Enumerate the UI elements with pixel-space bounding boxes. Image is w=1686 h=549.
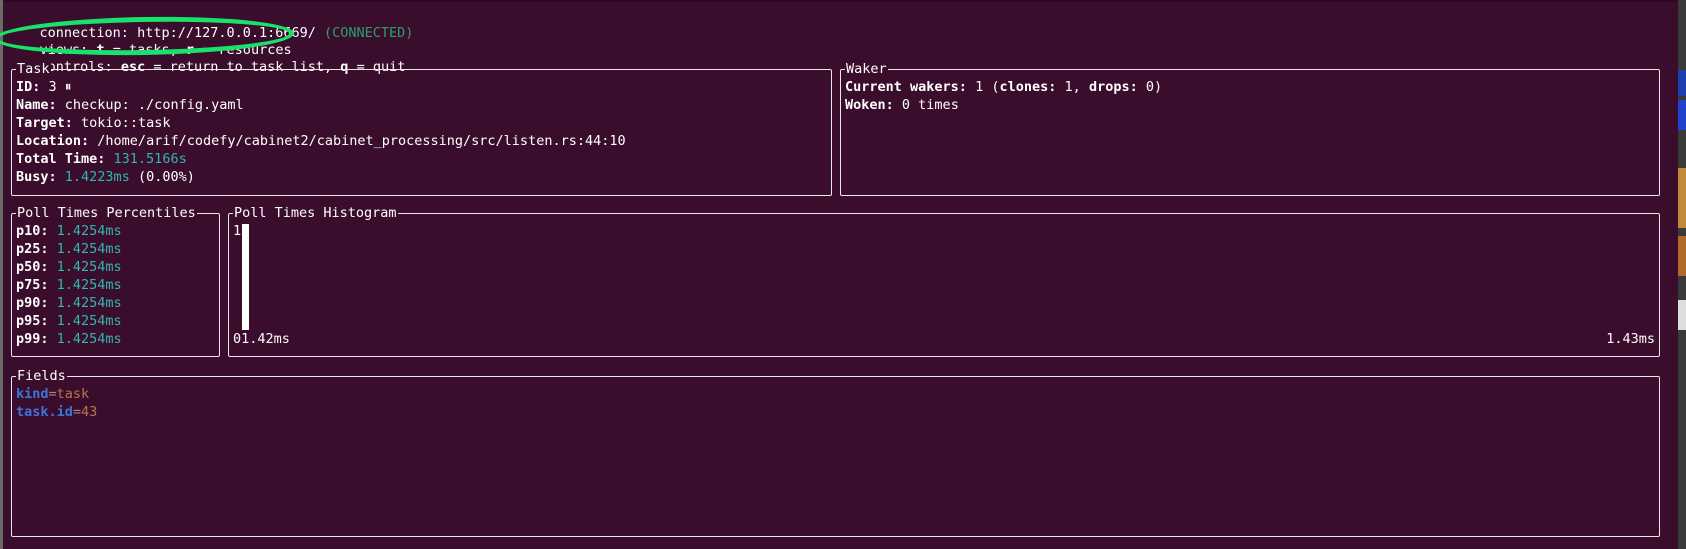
percentiles-panel-title: Poll Times Percentiles [16,204,197,222]
percentile-row: p99: 1.4254ms [16,330,122,348]
percentile-label: p99: [16,331,49,347]
percentile-value: 1.4254ms [56,241,122,257]
waker-panel-title: Waker [845,60,888,78]
percentile-label: p50: [16,259,49,275]
task-panel-title: Task [16,60,51,78]
task-target-label: Target: [16,115,73,131]
percentile-value: 1.4254ms [56,277,122,293]
task-id-row: ID: 3 ⏸ [16,78,72,96]
percentile-label: p95: [16,313,49,329]
task-location-value: /home/arif/codefy/cabinet2/cabinet_proce… [97,133,626,149]
waker-clones-value: 1, [1064,79,1081,95]
connection-status: (CONNECTED) [324,25,414,41]
histogram-panel: Poll Times Histogram 1 01.42ms 1.43ms [228,204,1660,357]
histogram-x-max-label: 1.43ms [1606,331,1655,347]
waker-panel: Waker Current wakers: 1 (clones: 1, drop… [840,60,1660,196]
task-name-label: Name: [16,97,57,113]
waker-current-row: Current wakers: 1 (clones: 1, drops: 0) [845,78,1162,96]
field-key: kind [16,386,49,402]
histogram-bar [242,224,249,330]
field-row: task.id=43 [16,403,97,421]
waker-woken-label: Woken: [845,97,894,113]
waker-woken-value: 0 times [901,97,959,113]
percentile-value: 1.4254ms [56,223,122,239]
task-busy-label: Busy: [16,169,57,185]
percentile-label: p75: [16,277,49,293]
percentile-row: p90: 1.4254ms [16,294,122,312]
percentile-value: 1.4254ms [56,259,122,275]
percentile-value: 1.4254ms [56,331,122,347]
task-busy-value: 1.4223ms [64,169,130,185]
percentile-row: p75: 1.4254ms [16,276,122,294]
percentile-row: p95: 1.4254ms [16,312,122,330]
task-id-value: 3 ⏸ [48,79,72,95]
percentile-row: p10: 1.4254ms [16,222,122,240]
field-key: task.id [16,404,73,420]
histogram-panel-title: Poll Times Histogram [233,204,398,222]
desktop-edge-strip [1678,0,1686,549]
percentile-value: 1.4254ms [56,313,122,329]
task-name-row: Name: checkup: ./config.yaml [16,96,244,114]
task-id-label: ID: [16,79,41,95]
left-window-edge [0,0,3,549]
task-busy-percent: (0.00%) [137,169,195,185]
fields-panel: Fields kind=task task.id=43 [11,367,1660,537]
task-target-row: Target: tokio::task [16,114,170,132]
task-total-time-label: Total Time: [16,151,106,167]
task-name-value: checkup: ./config.yaml [64,97,244,113]
percentiles-panel: Poll Times Percentiles p10: 1.4254ms p25:… [11,204,220,357]
field-equals: = [48,386,57,402]
waker-current-label: Current wakers: [845,79,967,95]
fields-panel-title: Fields [16,367,67,385]
terminal-window: connection: http://127.0.0.1:6669/ (CONN… [0,0,1686,549]
percentile-value: 1.4254ms [56,295,122,311]
percentile-label: p10: [16,223,49,239]
histogram-y-max-label: 1 [233,223,242,239]
task-busy-row: Busy: 1.4223ms (0.00%) [16,168,195,186]
percentile-row: p50: 1.4254ms [16,258,122,276]
waker-clones-label: clones: [999,79,1057,95]
task-total-time-row: Total Time: 131.5166s [16,150,187,168]
task-location-label: Location: [16,133,90,149]
waker-woken-row: Woken: 0 times [845,96,959,114]
percentile-label: p25: [16,241,49,257]
waker-drops-value: 0) [1145,79,1163,95]
waker-drops-label: drops: [1088,79,1138,95]
task-total-time-value: 131.5166s [113,151,187,167]
waker-current-value: 1 [975,79,984,95]
task-location-row: Location: /home/arif/codefy/cabinet2/cab… [16,132,626,150]
field-value: 43 [81,404,98,420]
field-row: kind=task [16,385,89,403]
field-value: task [56,386,90,402]
histogram-x-min-label: 01.42ms [233,331,290,347]
percentile-row: p25: 1.4254ms [16,240,122,258]
task-panel: Task ID: 3 ⏸ Name: checkup: ./config.yam… [11,60,832,196]
percentile-label: p90: [16,295,49,311]
field-equals: = [72,404,82,420]
task-target-value: tokio::task [81,115,171,131]
